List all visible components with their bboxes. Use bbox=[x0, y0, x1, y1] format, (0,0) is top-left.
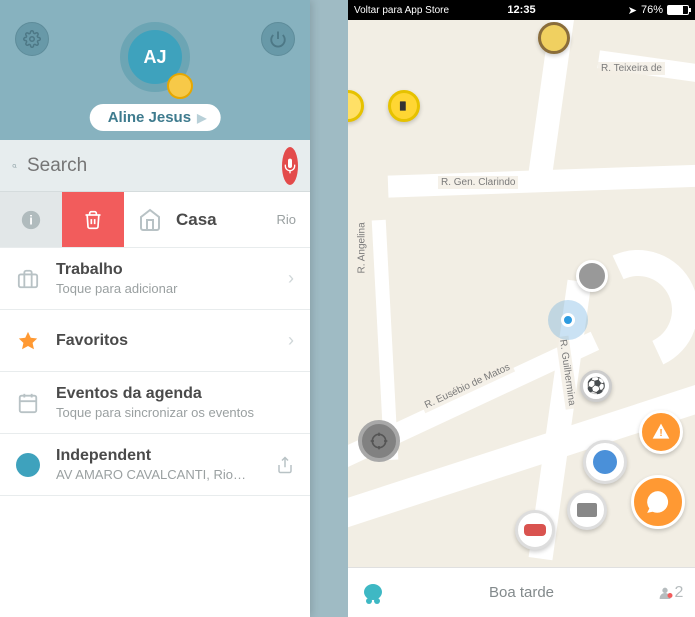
favorites-list: i Casa Rio Trabalho Toque para bbox=[0, 192, 310, 496]
location-services-icon: ➤ bbox=[628, 4, 637, 17]
chevron-right-icon: › bbox=[288, 268, 294, 289]
battery-icon bbox=[667, 5, 689, 15]
home-title: Casa bbox=[176, 210, 217, 230]
recent-title: Independent bbox=[56, 447, 260, 465]
map-screen: Voltar para App Store 12:35 ➤ 76% R. Tei… bbox=[348, 0, 695, 617]
chevron-right-icon: ▶ bbox=[197, 111, 206, 125]
recent-sub: AV AMARO CAVALCANTI, Rio… bbox=[56, 467, 260, 482]
avatar-initials: AJ bbox=[143, 47, 166, 68]
chevron-right-icon: › bbox=[288, 330, 294, 351]
search-input[interactable] bbox=[27, 155, 272, 177]
briefcase-icon bbox=[17, 268, 39, 290]
voice-search-button[interactable] bbox=[282, 147, 298, 185]
speech-bubble-icon bbox=[645, 489, 671, 515]
friends-button[interactable]: 2 bbox=[645, 584, 695, 602]
status-bar: Voltar para App Store 12:35 ➤ 76% bbox=[348, 0, 695, 20]
report-button[interactable] bbox=[631, 475, 685, 529]
agenda-row[interactable]: Eventos da agenda Toque para sincronizar… bbox=[0, 372, 310, 434]
left-panel: AJ Aline Jesus ▶ i bbox=[0, 0, 348, 617]
gas-icon bbox=[397, 99, 411, 113]
hazard-pin[interactable] bbox=[388, 90, 420, 122]
recent-row[interactable]: Independent AV AMARO CAVALCANTI, Rio… bbox=[0, 434, 310, 496]
home-icon bbox=[138, 208, 162, 232]
current-location bbox=[548, 300, 588, 340]
share-icon[interactable] bbox=[276, 456, 294, 474]
info-icon: i bbox=[20, 209, 42, 231]
back-to-label[interactable]: Voltar para App Store bbox=[354, 5, 449, 16]
status-time: 12:35 bbox=[507, 4, 535, 16]
trash-icon bbox=[83, 210, 103, 230]
username-label: Aline Jesus bbox=[108, 109, 191, 126]
traffic-button[interactable] bbox=[515, 510, 555, 550]
home-trail: Rio bbox=[276, 212, 296, 227]
gear-icon bbox=[23, 30, 41, 48]
street-label: R. Angelina bbox=[356, 219, 369, 276]
search-bar[interactable] bbox=[0, 140, 310, 192]
menu-button[interactable] bbox=[348, 581, 398, 605]
favorites-title: Favoritos bbox=[56, 332, 272, 350]
favorites-row[interactable]: Favoritos › bbox=[0, 310, 310, 372]
friends-count: 2 bbox=[675, 584, 684, 602]
microphone-icon bbox=[282, 158, 298, 174]
street-label: R. Gen. Clarindo bbox=[438, 176, 518, 189]
agenda-sub: Toque para sincronizar os eventos bbox=[56, 405, 294, 420]
greeting-label[interactable]: Boa tarde bbox=[398, 584, 645, 601]
waze-icon bbox=[359, 581, 387, 605]
home-row-body[interactable]: Casa Rio bbox=[124, 192, 310, 247]
wazer-pin[interactable] bbox=[576, 260, 608, 292]
wazer-soccer-pin[interactable]: ⚽ bbox=[580, 370, 612, 402]
star-icon bbox=[17, 330, 39, 352]
compass-button[interactable] bbox=[358, 420, 400, 462]
svg-text:!: ! bbox=[659, 428, 662, 439]
hazard-pin-partial[interactable] bbox=[348, 90, 364, 122]
settings-button[interactable] bbox=[15, 22, 49, 56]
crosshair-icon bbox=[369, 431, 389, 451]
work-row[interactable]: Trabalho Toque para adicionar › bbox=[0, 248, 310, 310]
profile-header: AJ Aline Jesus ▶ bbox=[0, 0, 310, 140]
work-sub: Toque para adicionar bbox=[56, 281, 272, 296]
avatar-badge-icon bbox=[167, 73, 193, 99]
info-action[interactable]: i bbox=[0, 192, 62, 247]
street-label: R. Teixeira de bbox=[598, 62, 665, 75]
car-icon bbox=[524, 524, 546, 536]
power-button[interactable] bbox=[261, 22, 295, 56]
battery-percent: 76% bbox=[641, 4, 663, 16]
agenda-title: Eventos da agenda bbox=[56, 385, 294, 403]
delete-action[interactable] bbox=[62, 192, 124, 247]
work-title: Trabalho bbox=[56, 261, 272, 279]
camera-button[interactable] bbox=[567, 490, 607, 530]
calendar-icon bbox=[17, 392, 39, 414]
wazer-pin[interactable] bbox=[538, 22, 570, 54]
map-canvas[interactable]: R. Teixeira de R. Gen. Clarindo R. Angel… bbox=[348, 20, 695, 567]
camera-icon bbox=[577, 503, 597, 517]
home-row-swiped[interactable]: i Casa Rio bbox=[0, 192, 310, 248]
warning-icon: ! bbox=[651, 422, 671, 442]
police-icon bbox=[593, 450, 617, 474]
police-button[interactable] bbox=[583, 440, 627, 484]
alert-button[interactable]: ! bbox=[639, 410, 683, 454]
svg-text:i: i bbox=[29, 212, 33, 227]
bottom-bar: Boa tarde 2 bbox=[348, 567, 695, 617]
search-icon bbox=[12, 155, 17, 177]
username-chip[interactable]: Aline Jesus ▶ bbox=[90, 104, 221, 131]
notification-dot-icon bbox=[668, 593, 673, 598]
power-icon bbox=[269, 30, 287, 48]
place-dot-icon bbox=[16, 453, 40, 477]
